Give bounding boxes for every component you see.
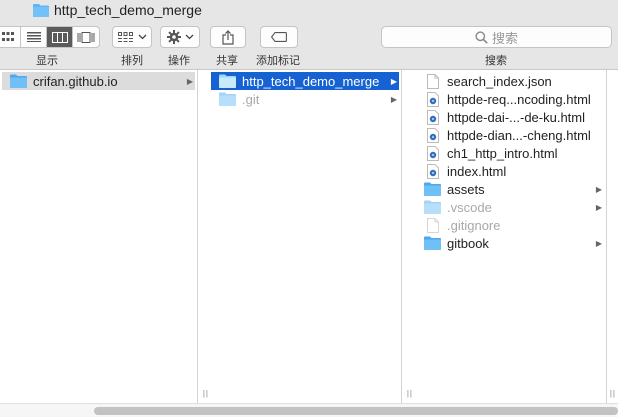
- list-item-assets[interactable]: assets ▶: [416, 180, 604, 198]
- disclosure-arrow-icon: ▶: [390, 76, 397, 86]
- html-file-icon: [424, 91, 441, 107]
- item-name: .vscode: [447, 199, 492, 215]
- item-name: httpde-dai-...-de-ku.html: [447, 109, 586, 125]
- column-2[interactable]: http_tech_demo_merge ▶ .git ▶ ||: [209, 70, 412, 403]
- search-icon: [475, 30, 488, 44]
- column-3[interactable]: search_index.json httpde-req...ncoding.h…: [414, 70, 615, 403]
- folder-icon: [219, 73, 236, 89]
- share-label: 共享: [216, 55, 238, 67]
- item-name: ch1_http_intro.html: [447, 145, 558, 161]
- column-resize-handle[interactable]: ||: [407, 389, 413, 398]
- list-item-gitbook[interactable]: gitbook ▶: [416, 234, 604, 252]
- item-name: assets: [447, 181, 485, 197]
- html-file-icon: [424, 109, 441, 125]
- list-item-html-file[interactable]: index.html: [416, 162, 604, 180]
- chevron-down-icon: [185, 34, 193, 40]
- document-icon: [424, 73, 441, 89]
- item-name: http_tech_demo_merge: [242, 73, 380, 89]
- list-item-search-index-json[interactable]: search_index.json: [416, 72, 604, 90]
- view-mode-switcher[interactable]: [0, 26, 100, 48]
- toolbar: 显示 排列 操作 共享 添加标记 搜索 搜索: [0, 22, 618, 70]
- scrollbar-thumb[interactable]: [94, 407, 618, 415]
- disclosure-arrow-icon: ▶: [595, 238, 602, 248]
- search-placeholder: 搜索: [491, 30, 518, 46]
- list-item-gitignore[interactable]: .gitignore: [416, 216, 604, 234]
- folder-icon: [424, 235, 441, 251]
- column-resize-handle[interactable]: ||: [610, 389, 616, 398]
- gallery-view-button[interactable]: [73, 27, 99, 47]
- title-bar: http_tech_demo_merge: [0, 0, 618, 22]
- search-label: 搜索: [485, 55, 507, 67]
- arrange-button[interactable]: [112, 26, 152, 48]
- folder-icon: [33, 3, 49, 20]
- list-item-git[interactable]: .git ▶: [211, 90, 399, 108]
- window-title: http_tech_demo_merge: [54, 2, 202, 18]
- list-item-vscode[interactable]: .vscode ▶: [416, 198, 604, 216]
- list-item-html-file[interactable]: httpde-dai-...-de-ku.html: [416, 108, 604, 126]
- html-file-icon: [424, 145, 441, 161]
- disclosure-arrow-icon: ▶: [390, 94, 397, 104]
- item-name: gitbook: [447, 235, 489, 251]
- folder-icon: [10, 73, 27, 89]
- icon-view-button[interactable]: [0, 27, 21, 47]
- gear-icon: [166, 30, 181, 44]
- item-name: index.html: [447, 163, 507, 179]
- item-name: crifan.github.io: [33, 73, 118, 89]
- item-name: httpde-dian...-cheng.html: [447, 127, 591, 143]
- list-item-html-file[interactable]: ch1_http_intro.html: [416, 144, 604, 162]
- column-view-button[interactable]: [47, 27, 73, 47]
- tags-button[interactable]: [260, 26, 298, 48]
- tag-icon: [271, 32, 287, 42]
- search-field[interactable]: 搜索: [381, 26, 612, 48]
- document-icon: [424, 217, 441, 233]
- folder-icon: [424, 181, 441, 197]
- disclosure-arrow-icon: ▶: [595, 202, 602, 212]
- html-file-icon: [424, 163, 441, 179]
- item-name: .git: [242, 91, 260, 107]
- arrange-label: 排列: [121, 55, 143, 67]
- tags-label: 添加标记: [256, 55, 300, 67]
- column-browser: crifan.github.io ▶ || http_tech_demo_mer…: [0, 70, 618, 403]
- columns-icon: [51, 31, 68, 43]
- arrange-icon: [117, 31, 133, 42]
- chevron-down-icon: [138, 34, 146, 40]
- disclosure-arrow-icon: ▶: [186, 76, 193, 86]
- html-file-icon: [424, 127, 441, 143]
- action-label: 操作: [168, 55, 190, 67]
- item-name: httpde-req...ncoding.html: [447, 91, 591, 107]
- column-1[interactable]: crifan.github.io ▶ ||: [0, 70, 208, 403]
- share-button[interactable]: [210, 26, 246, 48]
- folder-icon: [424, 199, 441, 215]
- list-view-button[interactable]: [21, 27, 47, 47]
- list-item-html-file[interactable]: httpde-req...ncoding.html: [416, 90, 604, 108]
- list-item-http-tech-demo-merge[interactable]: http_tech_demo_merge ▶: [211, 72, 399, 90]
- item-name: search_index.json: [447, 73, 552, 89]
- item-name: .gitignore: [447, 217, 501, 233]
- action-button[interactable]: [160, 26, 200, 48]
- share-icon: [222, 29, 234, 45]
- horizontal-scrollbar[interactable]: [0, 403, 618, 417]
- disclosure-arrow-icon: ▶: [595, 184, 602, 194]
- gallery-icon: [77, 31, 95, 43]
- list-icon: [26, 32, 41, 42]
- icon-grid-icon: [1, 32, 14, 41]
- list-item-html-file[interactable]: httpde-dian...-cheng.html: [416, 126, 604, 144]
- view-label: 显示: [36, 55, 58, 67]
- folder-icon: [219, 91, 236, 107]
- list-item-crifan-github-io[interactable]: crifan.github.io ▶: [2, 72, 195, 90]
